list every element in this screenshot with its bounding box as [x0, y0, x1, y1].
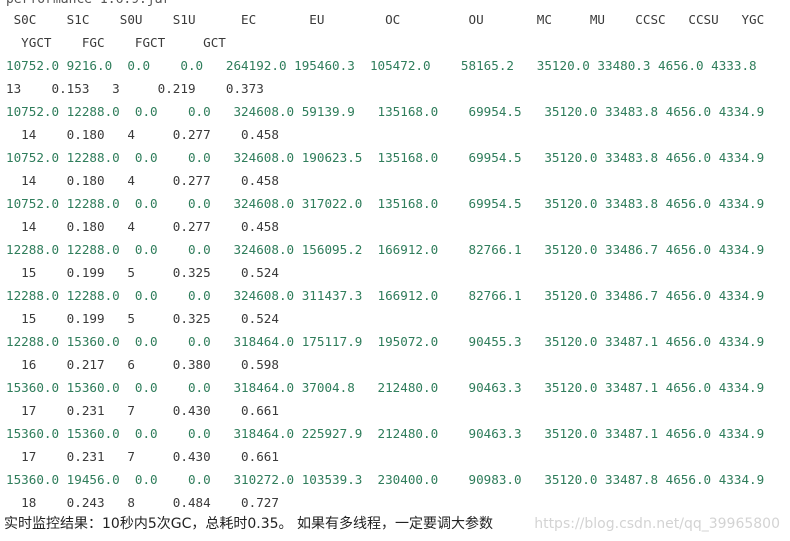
- data-row-5-part-a: 12288.0 12288.0 0.0 0.0 324608.0 156095.…: [6, 242, 765, 257]
- data-row-6-part-b: 15 0.199 5 0.325 0.524: [6, 311, 279, 326]
- data-row-9-part-a: 15360.0 15360.0 0.0 0.0 318464.0 225927.…: [6, 426, 765, 441]
- data-row-2-part-b: 14 0.180 4 0.277 0.458: [6, 127, 279, 142]
- data-row-4-part-a: 10752.0 12288.0 0.0 0.0 324608.0 317022.…: [6, 196, 765, 211]
- data-row-2-part-a: 10752.0 12288.0 0.0 0.0 324608.0 59139.9…: [6, 104, 765, 119]
- data-row-9-part-b: 17 0.231 7 0.430 0.661: [6, 449, 279, 464]
- watermark-url: https://blog.csdn.net/qq_39965800: [534, 516, 780, 532]
- column-header-row-1: S0C S1C S0U S1U EC EU OC OU MC MU CCSC C…: [6, 12, 765, 27]
- data-row-8-part-b: 17 0.231 7 0.430 0.661: [6, 403, 279, 418]
- column-header-row-2: YGCT FGC FGCT GCT: [6, 35, 226, 50]
- data-row-4-part-b: 14 0.180 4 0.277 0.458: [6, 219, 279, 234]
- summary-text: 实时监控结果：10秒内5次GC，总耗时0.35。 如果有多线程，一定要调大参数: [4, 516, 493, 532]
- data-row-3-part-b: 14 0.180 4 0.277 0.458: [6, 173, 279, 188]
- data-row-7-part-a: 12288.0 15360.0 0.0 0.0 318464.0 175117.…: [6, 334, 765, 349]
- data-row-6-part-a: 12288.0 12288.0 0.0 0.0 324608.0 311437.…: [6, 288, 765, 303]
- data-row-1-part-b: 13 0.153 3 0.219 0.373: [6, 81, 264, 96]
- data-row-10-part-b: 18 0.243 8 0.484 0.727: [6, 495, 279, 510]
- terminal-output: performance 1.6.9.jar S0C S1C S0U S1U EC…: [0, 0, 790, 541]
- data-row-1-part-a: 10752.0 9216.0 0.0 0.0 264192.0 195460.3…: [6, 58, 757, 73]
- data-row-8-part-a: 15360.0 15360.0 0.0 0.0 318464.0 37004.8…: [6, 380, 765, 395]
- data-row-10-part-a: 15360.0 19456.0 0.0 0.0 310272.0 103539.…: [6, 472, 765, 487]
- data-row-7-part-b: 16 0.217 6 0.380 0.598: [6, 357, 279, 372]
- data-row-5-part-b: 15 0.199 5 0.325 0.524: [6, 265, 279, 280]
- data-row-3-part-a: 10752.0 12288.0 0.0 0.0 324608.0 190623.…: [6, 150, 765, 165]
